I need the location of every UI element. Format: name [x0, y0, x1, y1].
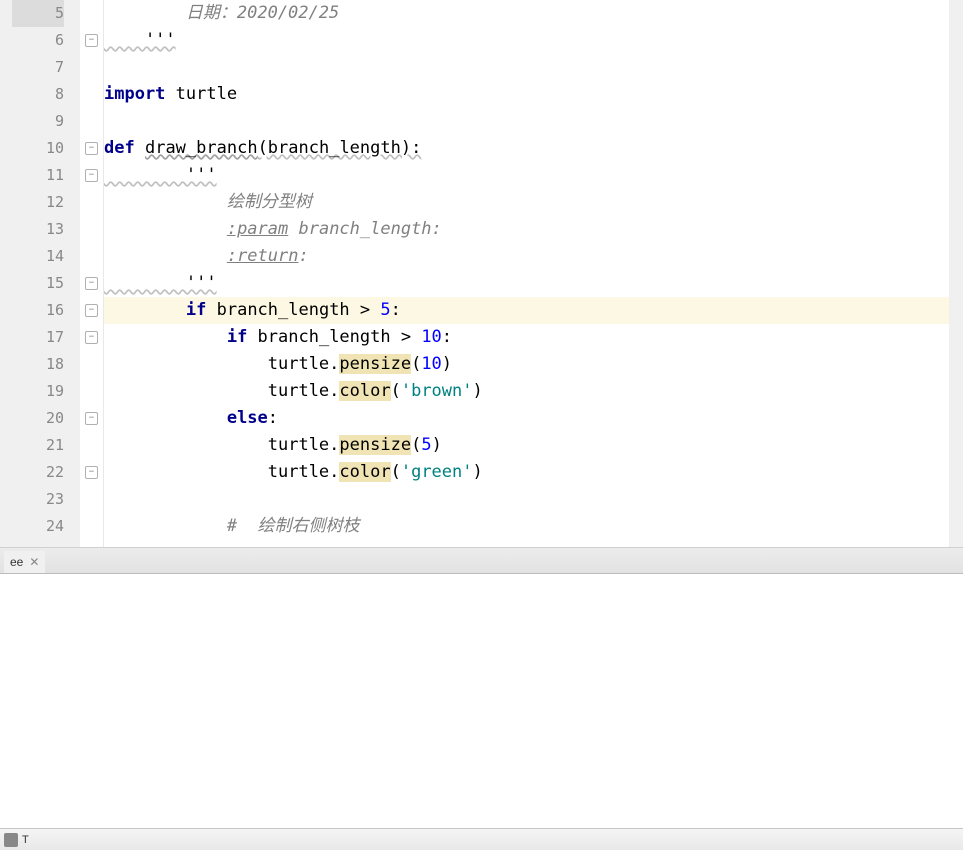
fold-slot[interactable]: −: [80, 27, 103, 54]
line-number: 20: [12, 405, 64, 432]
line-number: 23: [12, 486, 64, 513]
line-number: 14: [12, 243, 64, 270]
line-number: 5: [12, 0, 64, 27]
code-line[interactable]: if branch_length > 5:: [104, 297, 949, 324]
code-line[interactable]: turtle.pensize(5): [104, 432, 949, 459]
code-line[interactable]: turtle.color('brown'): [104, 378, 949, 405]
line-number: 6: [12, 27, 64, 54]
fold-slot: [80, 513, 103, 540]
fold-slot: [80, 108, 103, 135]
code-line[interactable]: else:: [104, 405, 949, 432]
fold-collapse-icon[interactable]: −: [85, 304, 98, 317]
code-line[interactable]: def draw_branch(branch_length):: [104, 135, 949, 162]
line-number-column: 56789101112131415161718192021222324: [0, 0, 80, 547]
fold-slot: [80, 432, 103, 459]
line-number: 19: [12, 378, 64, 405]
fold-collapse-icon[interactable]: −: [85, 412, 98, 425]
code-line[interactable]: [104, 54, 949, 81]
code-line[interactable]: ''': [104, 162, 949, 189]
line-number: 7: [12, 54, 64, 81]
line-number: 18: [12, 351, 64, 378]
fold-slot: [80, 189, 103, 216]
fold-expand-icon[interactable]: −: [85, 34, 98, 47]
code-line[interactable]: :param branch_length:: [104, 216, 949, 243]
status-label: T: [22, 834, 29, 846]
code-line[interactable]: [104, 108, 949, 135]
fold-slot[interactable]: −: [80, 135, 103, 162]
line-number: 8: [12, 81, 64, 108]
fold-collapse-icon[interactable]: −: [85, 142, 98, 155]
code-line[interactable]: 绘制分型树: [104, 189, 949, 216]
code-editor[interactable]: 56789101112131415161718192021222324 −−−−…: [0, 0, 963, 548]
fold-slot: [80, 243, 103, 270]
fold-slot: [80, 54, 103, 81]
fold-slot: [80, 351, 103, 378]
line-number: 21: [12, 432, 64, 459]
fold-gutter[interactable]: − − − − − − − −: [80, 0, 104, 547]
line-number: 15: [12, 270, 64, 297]
line-number: 24: [12, 513, 64, 540]
line-number: 9: [12, 108, 64, 135]
gutter: 56789101112131415161718192021222324 −−−−…: [0, 0, 104, 547]
line-number: 16: [12, 297, 64, 324]
code-line[interactable]: 日期：2020/02/25: [104, 0, 949, 27]
tool-window-tab[interactable]: ee ✕: [4, 551, 45, 573]
fold-collapse-icon[interactable]: −: [85, 169, 98, 182]
terminal-icon[interactable]: [4, 833, 18, 847]
line-number: 10: [12, 135, 64, 162]
code-line[interactable]: import turtle: [104, 81, 949, 108]
code-line[interactable]: :return:: [104, 243, 949, 270]
line-number: 11: [12, 162, 64, 189]
close-icon[interactable]: ✕: [29, 555, 39, 569]
code-line[interactable]: turtle.pensize(10): [104, 351, 949, 378]
fold-slot: [80, 81, 103, 108]
status-bar: T: [0, 828, 963, 850]
fold-slot[interactable]: −: [80, 324, 103, 351]
code-line[interactable]: ''': [104, 270, 949, 297]
line-number: 13: [12, 216, 64, 243]
fold-expand-icon[interactable]: −: [85, 466, 98, 479]
fold-slot[interactable]: −: [80, 270, 103, 297]
fold-slot[interactable]: −: [80, 162, 103, 189]
code-pane[interactable]: 日期：2020/02/25 ''' import turtle def draw_b…: [104, 0, 949, 547]
fold-slot: [80, 216, 103, 243]
fold-slot: [80, 0, 103, 27]
line-number: 17: [12, 324, 64, 351]
fold-slot[interactable]: −: [80, 405, 103, 432]
code-line[interactable]: turtle.color('green'): [104, 459, 949, 486]
fold-slot[interactable]: −: [80, 297, 103, 324]
line-number: 12: [12, 189, 64, 216]
fold-expand-icon[interactable]: −: [85, 277, 98, 290]
output-pane[interactable]: [0, 574, 963, 828]
code-line[interactable]: # 绘制右侧树枝: [104, 513, 949, 540]
fold-collapse-icon[interactable]: −: [85, 331, 98, 344]
code-line[interactable]: ''': [104, 27, 949, 54]
fold-slot[interactable]: −: [80, 459, 103, 486]
fold-slot: [80, 378, 103, 405]
vertical-scrollbar[interactable]: [949, 0, 963, 547]
fold-slot: [80, 486, 103, 513]
code-line[interactable]: [104, 486, 949, 513]
tool-window-tab-strip: ee ✕: [0, 548, 963, 574]
code-line[interactable]: if branch_length > 10:: [104, 324, 949, 351]
tab-label: ee: [10, 555, 23, 569]
line-number: 22: [12, 459, 64, 486]
